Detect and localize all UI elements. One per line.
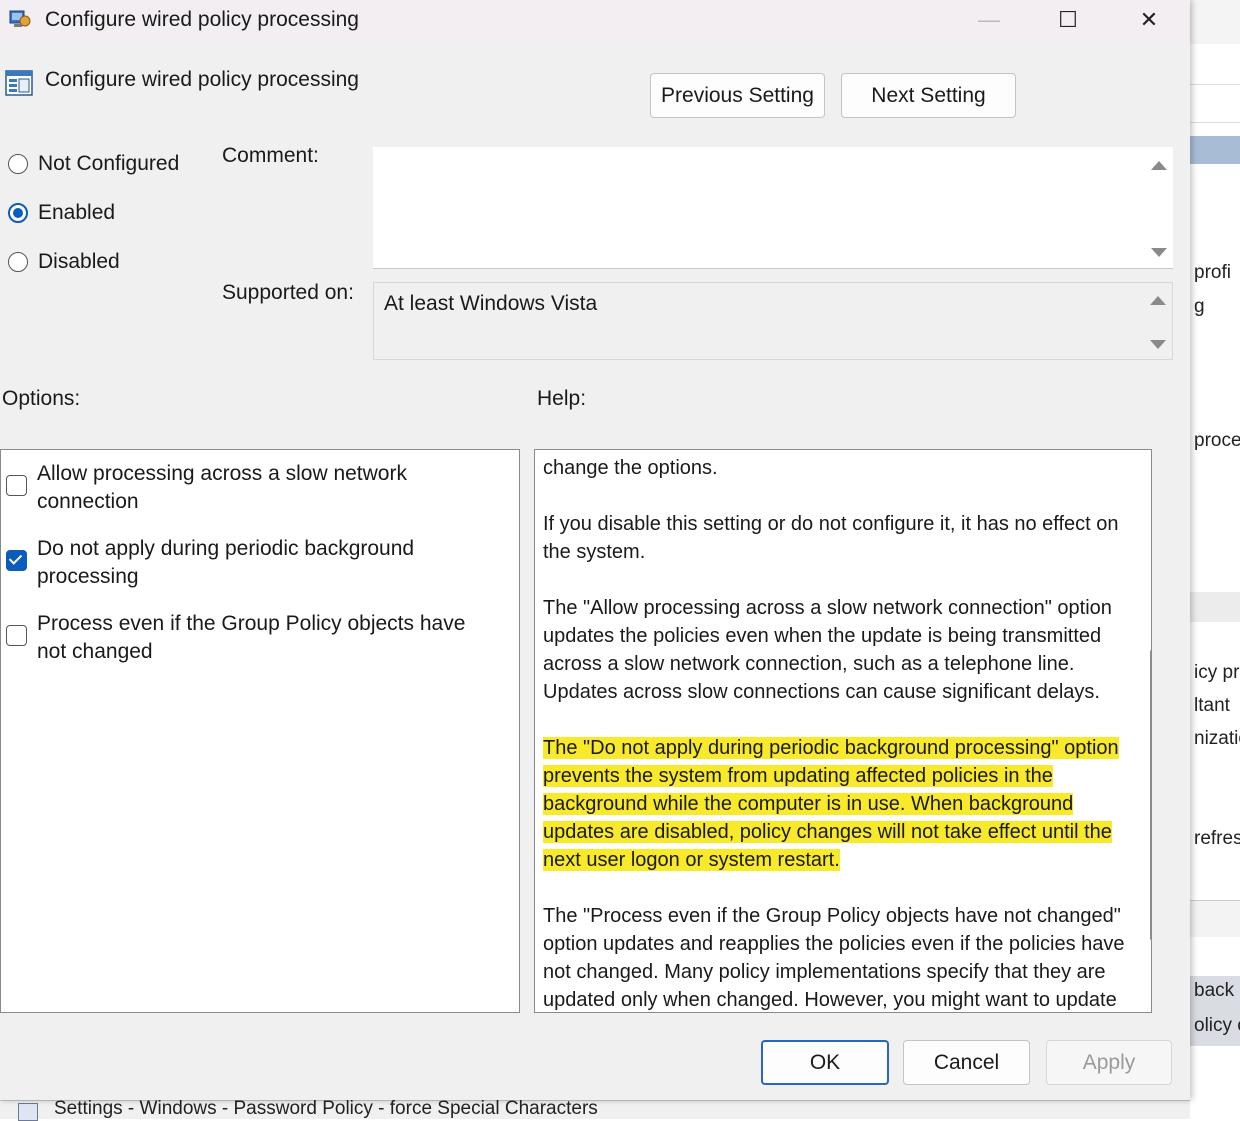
comment-label: Comment: xyxy=(222,144,319,167)
taskbar-title[interactable]: Settings - Windows - Password Policy - f… xyxy=(54,1098,598,1120)
help-scrollbar[interactable] xyxy=(1150,650,1151,940)
radio-enabled[interactable]: Enabled xyxy=(8,201,115,225)
comment-textarea[interactable] xyxy=(373,147,1173,269)
help-paragraph-highlighted: The "Do not apply during periodic backgr… xyxy=(543,734,1147,874)
maximize-button[interactable]: ☐ xyxy=(1037,0,1099,40)
radio-disabled[interactable]: Disabled xyxy=(8,250,120,274)
scroll-up-icon[interactable] xyxy=(1151,161,1167,170)
radio-label: Disabled xyxy=(38,250,120,273)
options-label: Options: xyxy=(2,387,81,410)
bg-toolbar xyxy=(1190,44,1240,85)
checkbox[interactable] xyxy=(6,475,27,496)
policy-icon xyxy=(18,1103,38,1121)
group-policy-icon xyxy=(9,10,31,27)
cancel-button[interactable]: Cancel xyxy=(903,1040,1030,1085)
option-no-background-processing[interactable]: Do not apply during periodic background … xyxy=(6,535,467,591)
checkbox[interactable] xyxy=(6,550,27,571)
policy-setting-icon xyxy=(5,70,33,96)
radio-not-configured[interactable]: Not Configured xyxy=(8,152,179,176)
supported-on-field: At least Windows Vista xyxy=(373,282,1173,360)
background-window: profi g proce icy pr ltant nizatio refre… xyxy=(1190,0,1240,1118)
checkbox[interactable] xyxy=(6,625,27,646)
setting-title: Configure wired policy processing xyxy=(45,68,359,91)
radio-label: Enabled xyxy=(38,201,116,224)
policy-dialog: Configure wired policy processing — ☐ ✕ … xyxy=(0,0,1190,1100)
highlighted-text: The "Do not apply during periodic backgr… xyxy=(543,737,1119,871)
option-label: Process even if the Group Policy objects… xyxy=(37,612,466,663)
supported-on-value: At least Windows Vista xyxy=(384,292,598,315)
option-slow-network[interactable]: Allow processing across a slow network c… xyxy=(6,460,467,516)
radio-label: Not Configured xyxy=(38,152,180,175)
close-button[interactable]: ✕ xyxy=(1118,0,1180,40)
bg-fragment: proce xyxy=(1194,430,1240,451)
bg-fragment: refres xyxy=(1194,828,1240,849)
minimize-button[interactable]: — xyxy=(958,0,1020,40)
bg-address xyxy=(1190,84,1240,123)
help-paragraph: If you disable this setting or do not co… xyxy=(543,513,1119,563)
radio-circle[interactable] xyxy=(8,252,28,272)
bg-fragment: icy pr xyxy=(1194,662,1240,683)
bg-panel xyxy=(1190,900,1240,937)
scroll-up-icon[interactable] xyxy=(1150,296,1166,305)
option-label: Allow processing across a slow network c… xyxy=(37,462,407,513)
bg-selected-row[interactable] xyxy=(1190,136,1240,164)
option-process-unchanged[interactable]: Process even if the Group Policy objects… xyxy=(6,610,467,666)
help-paragraph: The "Process even if the Group Policy ob… xyxy=(543,905,1125,1011)
help-paragraph: change the options. xyxy=(543,457,718,479)
bg-fragment: g xyxy=(1194,296,1205,317)
scroll-down-icon[interactable] xyxy=(1150,340,1166,349)
help-paragraph: The "Allow processing across a slow netw… xyxy=(543,597,1112,703)
radio-circle[interactable] xyxy=(8,203,28,223)
bg-fragment: back xyxy=(1194,980,1235,1001)
ok-button[interactable]: OK xyxy=(761,1040,889,1085)
apply-button[interactable]: Apply xyxy=(1046,1040,1172,1085)
bg-fragment: olicy c xyxy=(1194,1015,1240,1036)
bg-fragment: ltant xyxy=(1194,695,1230,716)
help-panel[interactable]: change the options. If you disable this … xyxy=(534,449,1152,1013)
help-label: Help: xyxy=(537,387,587,410)
options-panel: Allow processing across a slow network c… xyxy=(0,449,520,1013)
option-label: Do not apply during periodic background … xyxy=(37,537,415,588)
bg-divider xyxy=(1190,592,1240,622)
previous-setting-button[interactable]: Previous Setting xyxy=(650,73,825,118)
bg-titlebar xyxy=(1190,0,1240,44)
bg-fragment: profi xyxy=(1194,262,1231,283)
bg-fragment: nizatio xyxy=(1194,728,1240,749)
scroll-down-icon[interactable] xyxy=(1151,248,1167,257)
background-taskbar: Settings - Windows - Password Policy - f… xyxy=(0,1098,1190,1121)
window-title: Configure wired policy processing xyxy=(45,8,359,31)
title-bar[interactable]: Configure wired policy processing — ☐ ✕ xyxy=(0,0,1190,44)
supported-on-label: Supported on: xyxy=(222,281,354,304)
radio-circle[interactable] xyxy=(8,154,28,174)
next-setting-button[interactable]: Next Setting xyxy=(841,73,1016,118)
